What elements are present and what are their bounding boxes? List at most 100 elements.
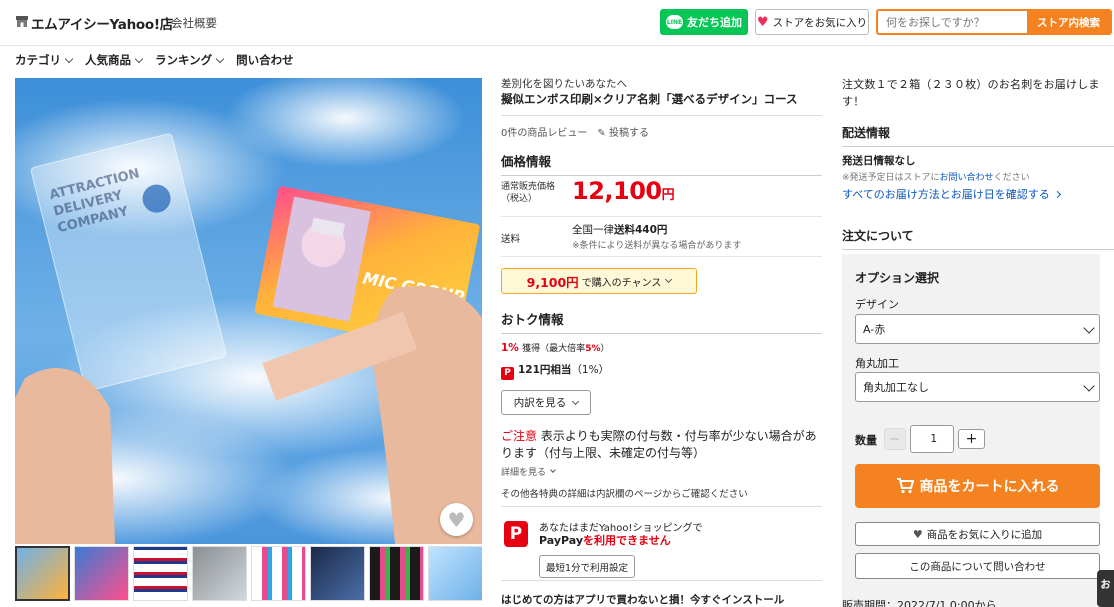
ship-date-info: 発送日情報なし [842, 155, 916, 167]
chevron-down-icon [1083, 380, 1095, 392]
store-header: エムアイシーYahoo!店 会社概要 LINE 友だち追加 ♥ ストアをお気に入… [0, 0, 1114, 46]
points-notice: ご注意 表示よりも実際の付与数・付与率が少ない場合があります（付与上限、未確定の… [501, 428, 822, 463]
review-count-link[interactable]: 0件の商品レビュー [501, 124, 587, 139]
quantity-decrease-button[interactable]: − [884, 428, 906, 450]
options-panel: オプション選択 デザイン A-赤 角丸加工 角丸加工なし 数量 − 1 + 商品… [842, 254, 1100, 607]
post-review-link[interactable]: ✎ 投稿する [597, 124, 649, 139]
store-nav: カテゴリ 人気商品 ランキング 問い合わせ [15, 52, 307, 68]
shipping-info: 全国一律送料440円 [572, 222, 667, 237]
cart-icon [896, 478, 914, 494]
quantity-input[interactable]: 1 [910, 425, 954, 453]
paypay-icon: P [501, 367, 514, 380]
heart-icon: ♥ [912, 527, 923, 541]
chevron-down-icon [665, 275, 673, 284]
chevron-down-icon [134, 54, 144, 63]
add-to-cart-button[interactable]: 商品をカートに入れる [855, 464, 1100, 508]
add-favorite-button[interactable]: ♥ 商品をお気に入りに追加 [855, 522, 1100, 546]
paypay-points-rate: （1%） [571, 364, 610, 376]
thumbnail[interactable] [251, 546, 306, 601]
thumbnail[interactable] [310, 546, 365, 601]
paypay-banner: P あなたはまだYahoo!ショッピングで PayPayを利用できません 最短1… [501, 506, 822, 581]
design-label: デザイン [855, 298, 899, 311]
chevron-down-icon [572, 397, 580, 405]
add-to-cart-label: 商品をカートに入れる [919, 479, 1060, 495]
app-install-promo[interactable]: はじめての方はアプリで買わないと損！今すぐインストール [501, 592, 784, 607]
store-search-button[interactable]: ストア内検索 [1027, 11, 1110, 33]
corner-label: 角丸加工 [855, 357, 899, 370]
thumbnail-strip [15, 546, 482, 607]
notice-body: 表示よりも実際の付与数・付与率が少ない場合があります（付与上限、未確定の付与等） [501, 429, 817, 461]
shipping-note: ※条件により送料が異なる場合があります [572, 241, 742, 251]
side-floating-tab[interactable]: お [1097, 570, 1114, 607]
quantity-label: 数量 [855, 434, 877, 447]
paypay-unavailable: を利用できません [583, 534, 671, 547]
chevron-right-icon [1053, 190, 1061, 198]
company-link[interactable]: 会社概要 [171, 15, 217, 31]
sale-period: 販売期間：2022/7/1 0:00から [842, 599, 997, 607]
paypay-points-value: 121円相当 [518, 364, 572, 376]
line-friend-button[interactable]: LINE 友だち追加 [660, 9, 748, 35]
nav-ranking[interactable]: ランキング [155, 52, 225, 68]
paypay-points-line: P 121円相当（1%） [501, 362, 609, 380]
product-catch-copy: 差別化を図りたいあなたへ [501, 78, 627, 90]
price-label: 通常販売価格 （税込） [501, 181, 555, 205]
price-section-title: 価格情報 [501, 151, 822, 176]
thumbnail[interactable] [369, 546, 424, 601]
nav-category[interactable]: カテゴリ [15, 52, 74, 68]
delivery-options-link[interactable]: すべてのお届け方法とお届け日を確認する [842, 186, 1061, 202]
paypay-status: PayPayを利用できません [539, 532, 671, 548]
store-icon [16, 16, 28, 27]
thumbnail[interactable] [15, 546, 70, 601]
points-max-rate: 5% [585, 344, 601, 354]
price-amount: 12,100 [572, 177, 662, 205]
quantity-increase-button[interactable]: + [958, 429, 985, 449]
chance-amount: 9,100円 [526, 274, 579, 290]
price-label-line2: （税込） [501, 194, 538, 205]
points-earn: 獲得（最大倍率 [522, 344, 586, 354]
price-value: 12,100円 [572, 177, 675, 205]
chevron-down-icon [215, 54, 225, 63]
price-row: 通常販売価格 （税込） 12,100円 [501, 175, 822, 217]
line-button-label: 友だち追加 [687, 16, 742, 29]
search-input[interactable] [878, 11, 1027, 33]
thumbnail[interactable] [133, 546, 188, 601]
corner-selected-value: 角丸加工なし [863, 381, 929, 394]
shipping-label: 送料 [501, 234, 521, 245]
thumbnail[interactable] [428, 546, 482, 601]
product-photo: ATTRACTION DELIVERY COMPANY MIC GROUP [15, 78, 482, 544]
favorite-heart-button[interactable]: ♥ [440, 503, 473, 536]
store-name[interactable]: エムアイシーYahoo!店 [31, 13, 173, 33]
product-main-image[interactable]: ATTRACTION DELIVERY COMPANY MIC GROUP [15, 78, 482, 544]
purchase-chance-button[interactable]: 9,100円 で購入のチャンス [501, 268, 697, 294]
paypay-logo-icon: P [504, 521, 528, 547]
chevron-down-icon [550, 467, 556, 473]
points-rate: 1% [501, 342, 519, 354]
detail-link[interactable]: 詳細を見る [501, 465, 556, 478]
favorite-store-button[interactable]: ♥ ストアをお気に入り [755, 9, 869, 35]
shipping-prefix: 全国一律 [572, 224, 614, 236]
order-note: 注文数１で２箱（２３０枚）のお名刺をお届けします！ [842, 78, 1100, 109]
item-inquiry-button[interactable]: この商品について問い合わせ [855, 553, 1100, 579]
nav-contact-label: 問い合わせ [236, 53, 294, 67]
thumbnail[interactable] [192, 546, 247, 601]
favorite-store-label: ストアをお気に入り [772, 16, 868, 29]
line-icon: LINE [666, 15, 683, 29]
design-select[interactable]: A-赤 [855, 314, 1100, 344]
corner-select[interactable]: 角丸加工なし [855, 372, 1100, 402]
breakdown-button[interactable]: 内訳を見る [501, 390, 591, 415]
shipping-value: 送料440円 [614, 224, 668, 236]
points-rate-line: 1% 獲得（最大倍率5%） [501, 341, 609, 354]
nav-popular-label: 人気商品 [85, 53, 131, 67]
options-title: オプション選択 [855, 271, 940, 285]
delivery-section-title: 配送情報 [842, 124, 1114, 147]
ship-contact-link[interactable]: お問い合わせ [940, 173, 994, 183]
chance-text: で購入のチャンス [581, 277, 662, 289]
thumbnail[interactable] [74, 546, 129, 601]
nav-contact[interactable]: 問い合わせ [236, 52, 294, 68]
ship-store-prefix: ※発送予定日はストアに [842, 173, 940, 183]
paypay-name: PayPay [539, 534, 584, 547]
nav-popular[interactable]: 人気商品 [85, 52, 144, 68]
heart-icon: ♥ [447, 507, 466, 532]
nav-ranking-label: ランキング [155, 53, 213, 67]
paypay-setup-button[interactable]: 最短1分で利用設定 [539, 555, 635, 578]
